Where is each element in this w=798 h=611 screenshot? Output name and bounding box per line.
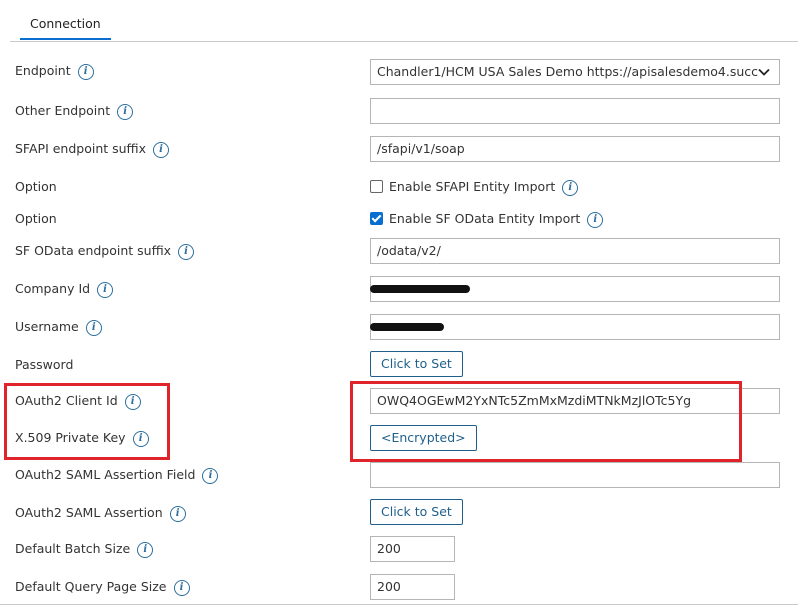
odata-suffix-input[interactable]: /odata/v2/: [370, 238, 780, 264]
endpoint-label: Endpoint: [15, 63, 71, 78]
info-icon[interactable]: i: [587, 211, 604, 228]
info-icon[interactable]: i: [77, 63, 94, 80]
enable-odata-checkbox-label: Enable SF OData Entity Import: [389, 211, 581, 226]
enable-sfapi-checkbox-row[interactable]: Enable SFAPI Entity Import i: [370, 177, 579, 197]
sfapi-suffix-label: SFAPI endpoint suffix: [15, 141, 147, 156]
page-size-row: Default Query Page Size i: [15, 577, 190, 597]
info-icon[interactable]: i: [85, 319, 102, 336]
info-icon[interactable]: i: [169, 505, 186, 522]
tab-bar: Connection: [10, 0, 798, 42]
password-row: Password: [15, 355, 73, 375]
sfapi-suffix-row: SFAPI endpoint suffix i: [15, 139, 170, 159]
password-set-button[interactable]: Click to Set: [370, 351, 463, 377]
info-icon[interactable]: i: [173, 579, 190, 596]
info-icon[interactable]: i: [178, 243, 195, 260]
batch-size-row: Default Batch Size i: [15, 539, 154, 559]
batch-size-input[interactable]: 200: [370, 536, 455, 562]
info-icon[interactable]: i: [202, 467, 219, 484]
odata-suffix-row: SF OData endpoint suffix i: [15, 241, 195, 261]
enable-sfapi-checkbox[interactable]: [370, 180, 383, 193]
info-icon[interactable]: i: [153, 141, 170, 158]
odata-suffix-label: SF OData endpoint suffix: [15, 243, 172, 258]
highlight-box-values: [350, 381, 742, 462]
endpoint-select-value: Chandler1/HCM USA Sales Demo https://api…: [377, 64, 758, 79]
redaction-mark: [370, 285, 470, 293]
option1-row: Option: [15, 177, 57, 197]
enable-odata-checkbox-row[interactable]: Enable SF OData Entity Import i: [370, 209, 604, 229]
saml-assertion-row: OAuth2 SAML Assertion i: [15, 503, 186, 523]
username-row: Username i: [15, 317, 102, 337]
info-icon[interactable]: i: [562, 179, 579, 196]
sfapi-suffix-input[interactable]: /sfapi/v1/soap: [370, 136, 780, 162]
saml-assertion-label: OAuth2 SAML Assertion: [15, 505, 163, 520]
bottom-divider: [0, 604, 798, 605]
option1-label: Option: [15, 179, 57, 194]
company-id-row: Company Id i: [15, 279, 114, 299]
redaction-mark: [370, 323, 444, 331]
endpoint-row: Endpoint i: [15, 61, 94, 81]
chevron-down-icon: [758, 68, 770, 76]
page-size-input[interactable]: 200: [370, 574, 455, 600]
company-id-label: Company Id: [15, 281, 91, 296]
other-endpoint-row: Other Endpoint i: [15, 101, 134, 121]
saml-field-label: OAuth2 SAML Assertion Field: [15, 467, 196, 482]
enable-sfapi-checkbox-label: Enable SFAPI Entity Import: [389, 179, 556, 194]
info-icon[interactable]: i: [97, 281, 114, 298]
other-endpoint-label: Other Endpoint: [15, 103, 111, 118]
saml-field-input[interactable]: [370, 462, 780, 488]
option2-row: Option: [15, 209, 57, 229]
username-label: Username: [15, 319, 79, 334]
batch-size-label: Default Batch Size: [15, 541, 131, 556]
info-icon[interactable]: i: [137, 541, 154, 558]
info-icon[interactable]: i: [117, 103, 134, 120]
other-endpoint-input[interactable]: [370, 98, 780, 124]
endpoint-select[interactable]: Chandler1/HCM USA Sales Demo https://api…: [370, 59, 780, 85]
highlight-box-labels: [4, 383, 170, 460]
option2-label: Option: [15, 211, 57, 226]
enable-odata-checkbox[interactable]: [370, 212, 383, 225]
password-label: Password: [15, 357, 74, 372]
saml-field-row: OAuth2 SAML Assertion Field i: [15, 465, 219, 485]
tab-connection[interactable]: Connection: [20, 16, 111, 40]
saml-assertion-set-button[interactable]: Click to Set: [370, 499, 463, 525]
page-size-label: Default Query Page Size: [15, 579, 167, 594]
